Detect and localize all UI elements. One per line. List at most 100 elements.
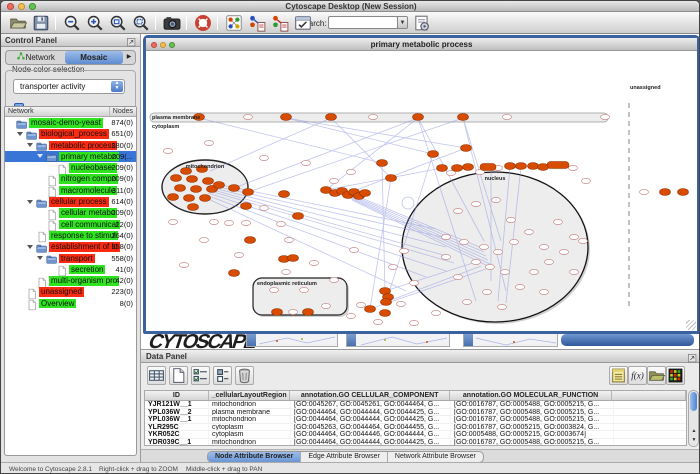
table-row[interactable]: YJR121W__1mitochondrion[GO:0045267, GO:0… (145, 401, 686, 409)
tree-row-cell-communicat[interactable]: cell communicat22(0) (5, 219, 136, 230)
snapshot-icon[interactable] (163, 14, 181, 32)
frame-zoom-button[interactable] (169, 42, 175, 48)
table-row[interactable]: YPL036W__2plasma membrane[GO:0044464, GO… (145, 409, 686, 417)
tab-mosaic[interactable]: Mosaic (65, 51, 124, 64)
browser-icon[interactable] (294, 14, 312, 32)
network-canvas[interactable]: plasma membranecytoplasmmitochondrionnuc… (146, 51, 697, 331)
tree-row-transport[interactable]: transport558(0) (5, 253, 136, 264)
disclosure-arrow-icon[interactable] (37, 256, 43, 260)
attribute-table[interactable]: ID_cellularLayoutRegionannotation.GO CEL… (144, 390, 687, 446)
attribute-boolean-icon[interactable] (213, 366, 232, 385)
scroll-down-arrow[interactable]: ▼ (690, 436, 698, 445)
float-panel-icon[interactable] (687, 351, 698, 362)
zoom-button[interactable] (29, 3, 36, 10)
map-attributes-icon[interactable] (248, 14, 266, 32)
background-window[interactable] (463, 333, 558, 347)
column-header-1[interactable]: _cellularLayoutRegion (209, 391, 291, 400)
table-cell[interactable]: cytoplasm (209, 424, 291, 431)
table-cell[interactable]: [GO:0016787, GO:0005215, GO:0003824, G..… (451, 424, 614, 431)
table-cell[interactable]: YLR295C (145, 424, 209, 431)
tab-overflow-arrow[interactable]: ▶ (123, 51, 135, 64)
table-cell[interactable]: [GO:0044464, GO:0044444, GO:0044425, G..… (291, 409, 451, 416)
table-cell[interactable]: mitochondrion (209, 401, 291, 408)
help-icon[interactable] (194, 14, 212, 32)
table-row[interactable]: YDR039C__1mitochondrion[GO:0044464, GO:0… (145, 439, 686, 447)
table-cell[interactable]: mitochondrion (209, 439, 291, 446)
tree-row-nitrogen-compo[interactable]: nitrogen compo209(0) (5, 173, 136, 184)
table-cell[interactable]: [GO:0016787, GO:0005488, GO:0005215, G..… (451, 409, 614, 416)
network-tree-header[interactable]: Network Nodes (5, 107, 136, 117)
heatmap-icon[interactable] (666, 366, 685, 385)
vizmapper-icon[interactable] (225, 14, 243, 32)
close-button[interactable] (7, 3, 14, 10)
table-cell[interactable]: [GO:0044464, GO:0044446, GO:0044444, G..… (291, 431, 451, 438)
tab-network[interactable]: Network (6, 51, 65, 64)
search-input[interactable] (328, 16, 398, 29)
zoom-selected-icon[interactable] (109, 14, 127, 32)
table-row[interactable]: YPL036W__1mitochondrion[GO:0044464, GO:0… (145, 416, 686, 424)
tab-node-attribute-browser[interactable]: Node Attribute Browser (208, 452, 301, 462)
disclosure-arrow-icon[interactable] (27, 143, 33, 147)
tree-row-primary-metabo[interactable]: primary metabo209(... (5, 151, 136, 162)
tree-row-unassigned[interactable]: unassigned223(0) (5, 286, 136, 297)
disclosure-arrow-icon[interactable] (27, 200, 33, 204)
search-config-icon[interactable] (413, 14, 431, 32)
save-icon[interactable] (32, 14, 50, 32)
attribute-checklist-icon[interactable] (191, 366, 210, 385)
network-frame-titlebar[interactable]: primary metabolic process (146, 38, 697, 51)
tree-row-cellular-process[interactable]: cellular process614(0) (5, 196, 136, 207)
tab-network-attribute-browser[interactable]: Network Attribute Browser (388, 452, 483, 462)
zoom-in-icon[interactable] (86, 14, 104, 32)
tree-row-biological-process[interactable]: biological_process651(0) (5, 128, 136, 139)
dropdown-stepper-icon[interactable]: ▲▼ (111, 81, 123, 92)
column-header-2[interactable]: annotation.GO CELLULAR_COMPONENT (290, 391, 449, 400)
window-titlebar[interactable]: Cytoscape Desktop (New Session) (1, 1, 700, 12)
notes-icon[interactable] (609, 366, 628, 385)
background-window[interactable] (246, 333, 338, 347)
table-cell[interactable]: [GO:0045263, GO:0044464, GO:0044455, G..… (291, 424, 451, 431)
scrollbar-thumb[interactable] (690, 392, 697, 411)
disclosure-arrow-icon[interactable] (37, 154, 43, 158)
table-scrollbar[interactable]: ▲ ▼ (688, 390, 699, 447)
new-attribute-icon[interactable] (169, 366, 188, 385)
disclosure-arrow-icon[interactable] (27, 245, 33, 249)
map-network-attributes-icon[interactable] (271, 14, 289, 32)
open-icon[interactable] (9, 14, 27, 32)
column-header-3[interactable]: annotation.GO MOLECULAR_FUNCTION (450, 391, 612, 400)
resize-grip[interactable] (686, 320, 696, 330)
table-cell[interactable]: mitochondrion (209, 416, 291, 423)
table-cell[interactable]: [GO:0016787, GO:0005488, GO:0005215, G..… (451, 401, 614, 408)
tree-row-nucleobase-[interactable]: nucleobase-209(0) (5, 162, 136, 173)
tree-row-secretion[interactable]: secretion41(0) (5, 264, 136, 275)
tree-row-mosaic-demo-yeast[interactable]: mosaic-demo-yeast874(0) (5, 117, 136, 128)
zoom-out-icon[interactable] (63, 14, 81, 32)
disclosure-arrow-icon[interactable] (17, 132, 23, 136)
import-table-icon[interactable] (647, 366, 666, 385)
attribute-select-icon[interactable] (147, 366, 166, 385)
background-window[interactable] (346, 333, 450, 347)
table-row[interactable]: YLR295Ccytoplasm[GO:0045263, GO:0044464,… (145, 424, 686, 432)
minimize-button[interactable] (18, 3, 25, 10)
table-cell[interactable]: YDR039C__1 (145, 439, 209, 446)
table-cell[interactable]: cytoplasm (209, 431, 291, 438)
scroll-up-arrow[interactable]: ▲ (690, 427, 698, 436)
tree-row-response-to-stimul[interactable]: response to stimul264(0) (5, 230, 136, 241)
table-cell[interactable]: plasma membrane (209, 409, 291, 416)
tree-row-multi-organism-pro[interactable]: multi-organism pro42(0) (5, 275, 136, 286)
table-cell[interactable]: [GO:0016787, GO:0005488, GO:0005215, G..… (451, 439, 614, 446)
table-cell[interactable]: YPL036W__1 (145, 416, 209, 423)
tree-row-establishment-of-lo[interactable]: establishment of lo558(0) (5, 241, 136, 252)
table-cell[interactable]: YKR052C (145, 431, 209, 438)
background-window-titlebar[interactable] (561, 334, 694, 346)
search-dropdown-arrow[interactable]: ▼ (397, 16, 408, 29)
table-cell[interactable]: [GO:0044464, GO:0044444, GO:0044425, G..… (291, 416, 451, 423)
table-cell[interactable]: [GO:0044464, GO:0044444, GO:0044425, G..… (291, 439, 451, 446)
table-cell[interactable]: [GO:0045267, GO:0045261, GO:0044464, G..… (291, 401, 451, 408)
formula-icon[interactable]: f(x) (628, 366, 647, 385)
delete-attribute-icon[interactable] (235, 366, 254, 385)
zoom-fit-icon[interactable] (132, 14, 150, 32)
tree-row-macromolecule[interactable]: macromolecule311(0) (5, 185, 136, 196)
table-cell[interactable]: [GO:0016787, GO:0005488, GO:0005215, G..… (451, 416, 614, 423)
table-cell[interactable]: YPL036W__2 (145, 409, 209, 416)
table-cell[interactable]: [GO:0005488, GO:0005215, GO:0003674] (451, 431, 614, 438)
